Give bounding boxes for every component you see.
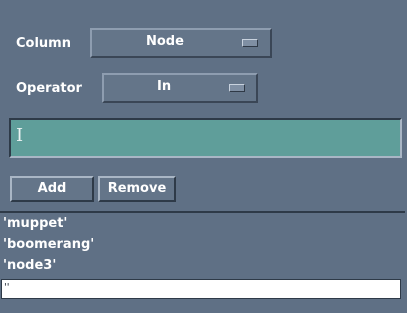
list-item[interactable]: 'boomerang' [1, 235, 401, 256]
value-text-field[interactable]: I [9, 118, 402, 158]
operator-label: Operator [16, 81, 82, 96]
text-cursor-icon: I [16, 125, 24, 146]
option-menu-indicator-icon [242, 39, 258, 47]
column-label: Column [16, 36, 71, 51]
operator-selected-value: In [157, 79, 172, 94]
remove-button[interactable]: Remove [98, 176, 176, 202]
add-button[interactable]: Add [10, 176, 94, 202]
list-item-selected[interactable]: '' [1, 279, 401, 299]
column-selected-value: Node [146, 34, 184, 49]
operator-option-menu[interactable]: In [102, 73, 258, 103]
filter-panel: Column Node Operator In I Add Remove 'mu… [0, 0, 407, 313]
value-list[interactable]: 'muppet' 'boomerang' 'node3' '' [0, 211, 405, 313]
option-menu-indicator-icon [229, 84, 245, 92]
list-item[interactable]: 'node3' [1, 256, 401, 277]
list-item[interactable]: 'muppet' [1, 214, 401, 235]
column-option-menu[interactable]: Node [90, 28, 272, 58]
